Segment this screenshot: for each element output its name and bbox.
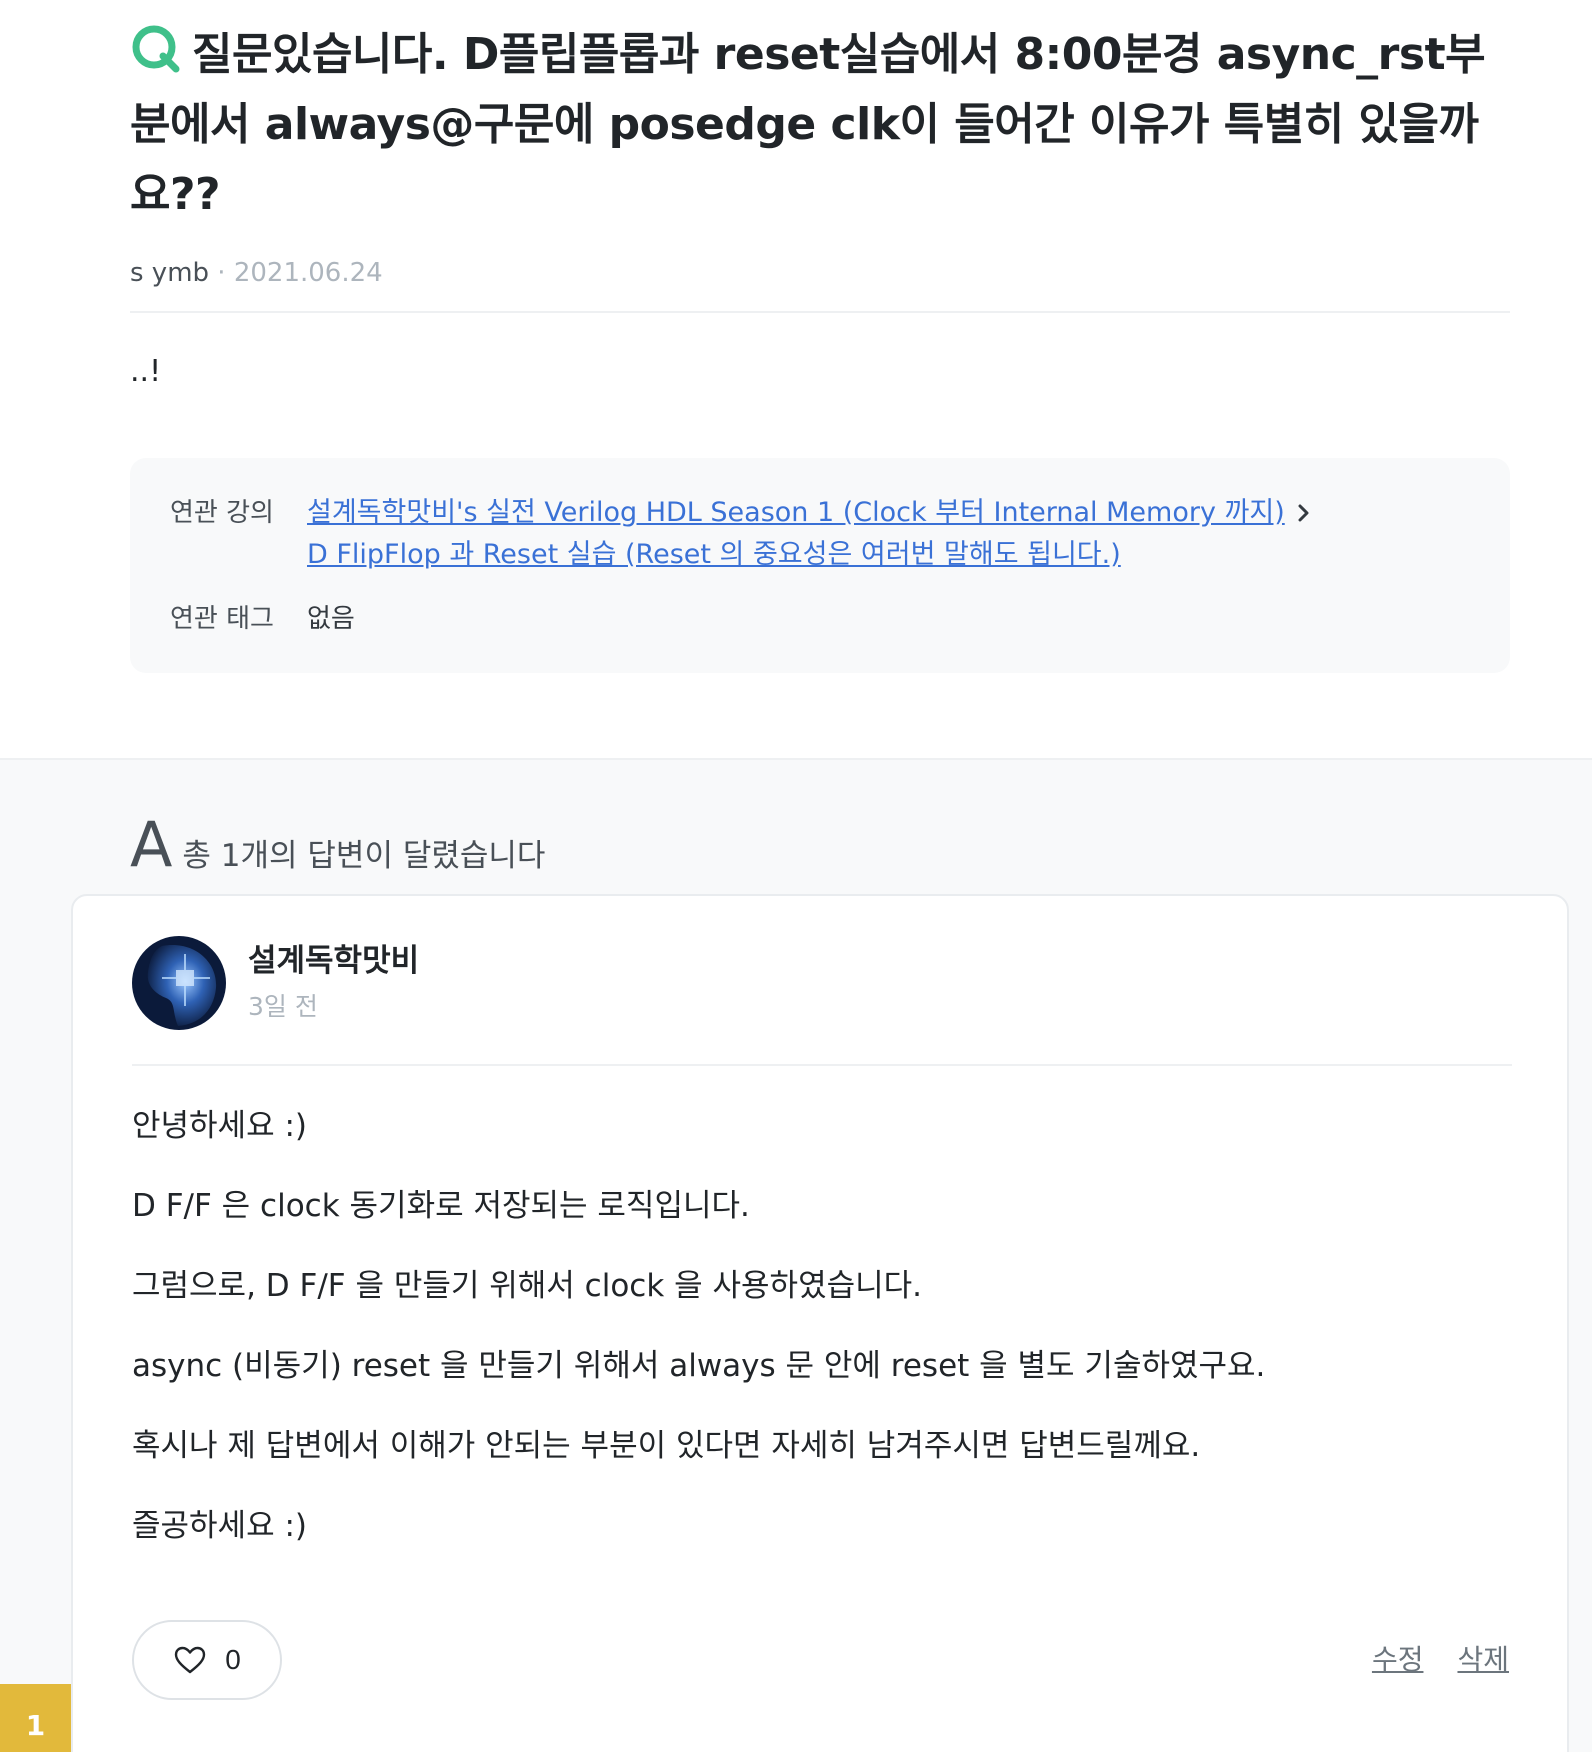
question-date: 2021.06.24 <box>233 258 383 288</box>
question-title-text: 질문있습니다. D플립플롭과 reset실습에서 8:00분경 async_rs… <box>130 29 1486 220</box>
answer-paragraph: 즐공하세요 :) <box>132 1508 307 1544</box>
related-info-box: 연관 강의 설계독학맛비's 실전 Verilog HDL Season 1 (… <box>130 458 1510 673</box>
question-body: ..! <box>130 354 162 389</box>
related-tags-label: 연관 태그 <box>170 604 274 634</box>
like-count: 0 <box>225 1644 241 1675</box>
answer-paragraph: 혹시나 제 답변에서 이해가 안되는 부분이 있다면 자세히 남겨주시면 답변드… <box>132 1428 1201 1464</box>
edit-link[interactable]: 수정 <box>1372 1640 1424 1680</box>
like-button[interactable]: 0 <box>132 1620 282 1700</box>
answer-index-badge: 1 <box>0 1684 71 1752</box>
question-header: 질문있습니다. D플립플롭과 reset실습에서 8:00분경 async_rs… <box>130 20 1510 290</box>
answer-paragraph: D F/F 은 clock 동기화로 저장되는 로직입니다. <box>132 1188 750 1224</box>
answers-count-text: 총 1개의 답변이 달렸습니다 <box>182 838 546 874</box>
answers-section: A 총 1개의 답변이 달렸습니다 1 설계독학맛비 3일 전 안녕하세요:)… <box>0 758 1592 1752</box>
answer-author[interactable]: 설계독학맛비 <box>248 939 419 983</box>
answer-actions: 수정 삭제 <box>1372 1640 1509 1680</box>
related-tags-row: 연관 태그 없음 <box>170 598 1470 640</box>
answer-body: 안녕하세요 :) D F/F 은 clock 동기화로 저장되는 로직입니다. … <box>132 1106 1512 1586</box>
answer-letter: A <box>130 808 173 881</box>
related-course-link[interactable]: 설계독학맛비's 실전 Verilog HDL Season 1 (Clock … <box>307 497 1285 528</box>
related-course-links: 설계독학맛비's 실전 Verilog HDL Season 1 (Clock … <box>307 492 1313 576</box>
answer-card: 설계독학맛비 3일 전 안녕하세요 :) D F/F 은 clock 동기화로 … <box>71 894 1569 1752</box>
answer-paragraph: async (비동기) reset 을 만들기 위해서 always 문 안에 … <box>132 1348 1266 1384</box>
related-course-row: 연관 강의 설계독학맛비's 실전 Verilog HDL Season 1 (… <box>170 492 1470 576</box>
answer-time: 3일 전 <box>248 992 318 1021</box>
avatar-image <box>132 936 226 1030</box>
related-tags-value: 없음 <box>307 604 355 634</box>
question-divider <box>130 311 1510 313</box>
answers-heading: A 총 1개의 답변이 달렸습니다 <box>130 810 545 880</box>
question-title: 질문있습니다. D플립플롭과 reset실습에서 8:00분경 async_rs… <box>130 20 1510 230</box>
delete-link[interactable]: 삭제 <box>1457 1640 1509 1680</box>
q-mark-icon <box>132 25 180 73</box>
answer-divider <box>132 1064 1512 1066</box>
avatar[interactable] <box>132 936 226 1030</box>
heart-icon <box>175 1646 206 1674</box>
answer-paragraph: 안녕하세요 :) <box>132 1108 307 1144</box>
related-lesson-link[interactable]: D FlipFlop 과 Reset 실습 (Reset 의 중요성은 여러번 … <box>307 539 1121 570</box>
meta-separator: · <box>217 258 226 288</box>
question-author[interactable]: s ymb <box>130 258 209 288</box>
related-course-label: 연관 강의 <box>170 498 274 528</box>
question-meta: s ymb · 2021.06.24 <box>130 256 1510 290</box>
answer-header: 설계독학맛비 3일 전 <box>132 936 419 1030</box>
answer-user-info: 설계독학맛비 3일 전 <box>248 939 419 1027</box>
chevron-right-icon <box>1298 504 1309 522</box>
answer-paragraph: 그럼으로, D F/F 을 만들기 위해서 clock 을 사용하였습니다. <box>132 1268 923 1304</box>
